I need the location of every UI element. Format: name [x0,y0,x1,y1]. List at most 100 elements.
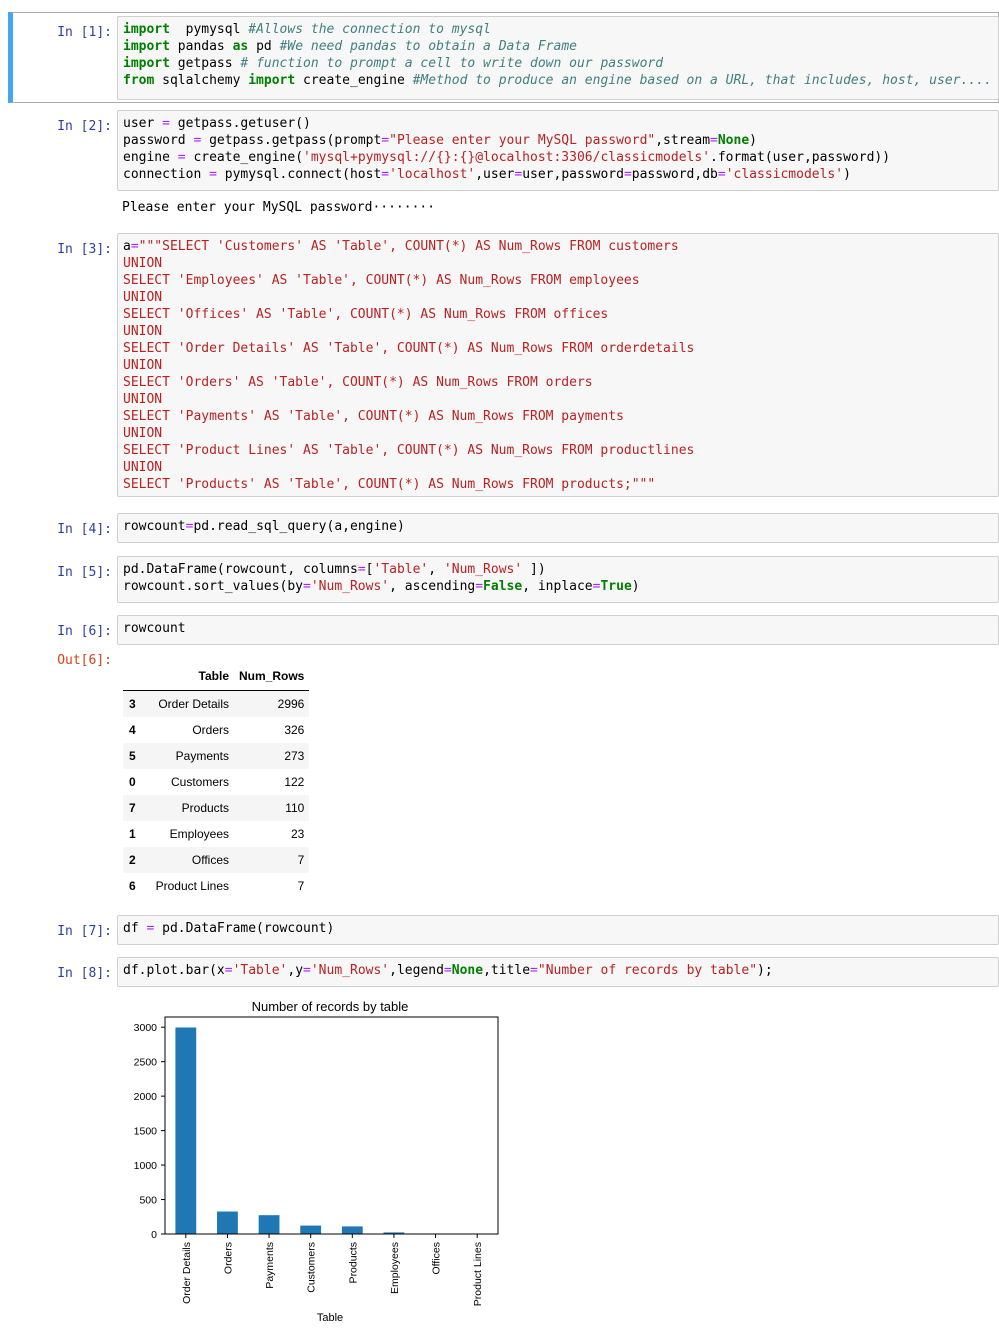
code-token: 'Num_Rows' [310,579,390,594]
code-token: = [443,963,452,978]
code-editor[interactable]: import pymysql #Allows the connection to… [117,16,999,100]
table-name-cell: Payments [175,749,229,763]
column-header: Num_Rows [234,662,310,691]
code-token: UNION [123,460,163,475]
bar-chart: Number of records by table 0 500 1000 1500 2… [134,999,499,1324]
table-row: 1 Employees 23 [123,821,309,847]
code-token: = [381,167,390,182]
num-rows-cell: 7 [297,879,305,893]
code-token: ,y [287,963,304,978]
table-name-cell: Customers [170,775,229,789]
y-tick-label: 2000 [134,1091,158,1103]
code-editor[interactable]: df = pd.DataFrame(rowcount) [117,915,999,945]
code-editor[interactable]: df.plot.bar(x='Table',y='Num_Rows',legen… [117,957,999,987]
code-token: UNION [123,392,163,407]
code-token: = [162,116,170,131]
code-token: getpass.getuser() [169,116,311,131]
table-name-cell: Order Details [158,697,229,711]
code-line: connection = pymysql.connect(host='local… [123,166,998,183]
code-token: import [123,56,170,71]
code-token: pd.DataFrame(rowcount) [154,921,335,936]
code-token: rowcount [123,621,186,636]
dataframe-body: 3 Order Details 2996 4 Orders 326 5 Payments 273… [123,690,310,900]
code-token: """SELECT 'Customers' AS 'Table', COUNT(… [138,239,679,254]
code-token: "Number of records by table" [537,963,758,978]
table-name-cell: Employees [169,827,229,841]
code-token: pd [248,39,280,54]
code-editor[interactable]: user = getpass.getuser() password = getpa… [117,110,999,191]
input-prompt: In [2]: [57,119,112,134]
code-token: pd.read_sql_query(a,engine) [193,519,405,534]
code-token: UNION [123,324,163,339]
num-rows-cell: 7 [297,853,305,867]
code-editor[interactable]: a="""SELECT 'Customers' AS 'Table', COUN… [117,233,999,497]
code-line: import pandas as pd #We need pandas to o… [123,38,998,55]
code-token: = [224,963,233,978]
table-row: 6 Product Lines 7 [123,873,309,899]
code-token: as [232,39,249,54]
input-prompt: In [4]: [57,522,112,537]
bar [341,1226,363,1234]
code-token: df [123,921,147,936]
y-tick-label: 2500 [134,1057,158,1069]
code-token: = [475,579,484,594]
code-token: user,password [522,167,624,182]
chart-title: Number of records by table [252,999,409,1014]
code-line: SELECT 'Product Lines' AS 'Table', COUNT… [123,442,998,459]
code-editor[interactable]: rowcount [117,615,999,645]
code-line: UNION [123,255,998,272]
code-token: 'localhost' [389,167,476,182]
code-token: ); [757,963,773,978]
code-token: = [130,239,139,254]
input-prompt: In [7]: [57,924,112,939]
code-line: UNION [123,357,998,374]
stdout-output: Please enter your MySQL password········ [122,200,436,215]
table-row: 2 Offices 7 [123,847,310,873]
code-token: = [717,167,726,182]
table-name-cell: Orders [192,723,229,737]
code-token: #Allows the connection to mysql [248,22,491,37]
code-token: # function to prompt a cell to write dow… [240,56,664,71]
code-token: import [123,39,170,54]
row-index: 6 [129,879,136,893]
y-tick-label: 500 [139,1195,157,1207]
row-index: 5 [129,749,136,763]
code-line: password = getpass.getpass(prompt="Pleas… [123,132,998,149]
code-line: import getpass # function to prompt a ce… [123,55,998,72]
code-token: , [428,562,444,577]
code-token: pd.DataFrame(rowcount, columns [123,562,358,577]
code-token: SELECT 'Employees' AS 'Table', COUNT(*) … [123,273,640,288]
code-token: None [451,963,484,978]
code-token: ,title [483,963,531,978]
bar [258,1215,280,1234]
code-line: import pymysql #Allows the connection to… [123,21,998,38]
code-token: .format(user,password)) [710,150,891,165]
code-token: ]) [522,562,546,577]
code-line: SELECT 'Payments' AS 'Table', COUNT(*) A… [123,408,998,425]
code-token: , inplace [522,579,593,594]
code-token: #We need pandas to obtain a Data Frame [279,39,577,54]
bar [175,1027,197,1234]
code-token: = [381,133,390,148]
column-header: Table [147,662,234,691]
code-token: pandas [169,39,233,54]
output-prompt: Out[6]: [57,653,112,668]
table-row: 5 Payments 273 [123,743,310,769]
code-line: engine = create_engine('mysql+pymysql://… [123,149,998,166]
x-tick-label: Product Lines [472,1242,484,1306]
code-editor[interactable]: rowcount=pd.read_sql_query(a,engine) [117,513,999,543]
code-line: SELECT 'Order Details' AS 'Table', COUNT… [123,340,998,357]
code-token: = [623,167,632,182]
code-token: create_engine [295,73,413,88]
code-token: = [514,167,523,182]
code-token: ,stream [655,133,711,148]
code-editor[interactable]: pd.DataFrame(rowcount, columns=['Table',… [117,556,999,603]
code-token: = [357,562,366,577]
code-line: UNION [123,425,998,442]
code-line: pd.DataFrame(rowcount, columns=['Table',… [123,561,998,578]
code-token: UNION [123,290,163,305]
code-token: 'Num_Rows' [443,562,523,577]
table-name-cell: Product Lines [155,879,229,893]
input-prompt: In [8]: [57,966,112,981]
input-prompt: In [5]: [57,565,112,580]
